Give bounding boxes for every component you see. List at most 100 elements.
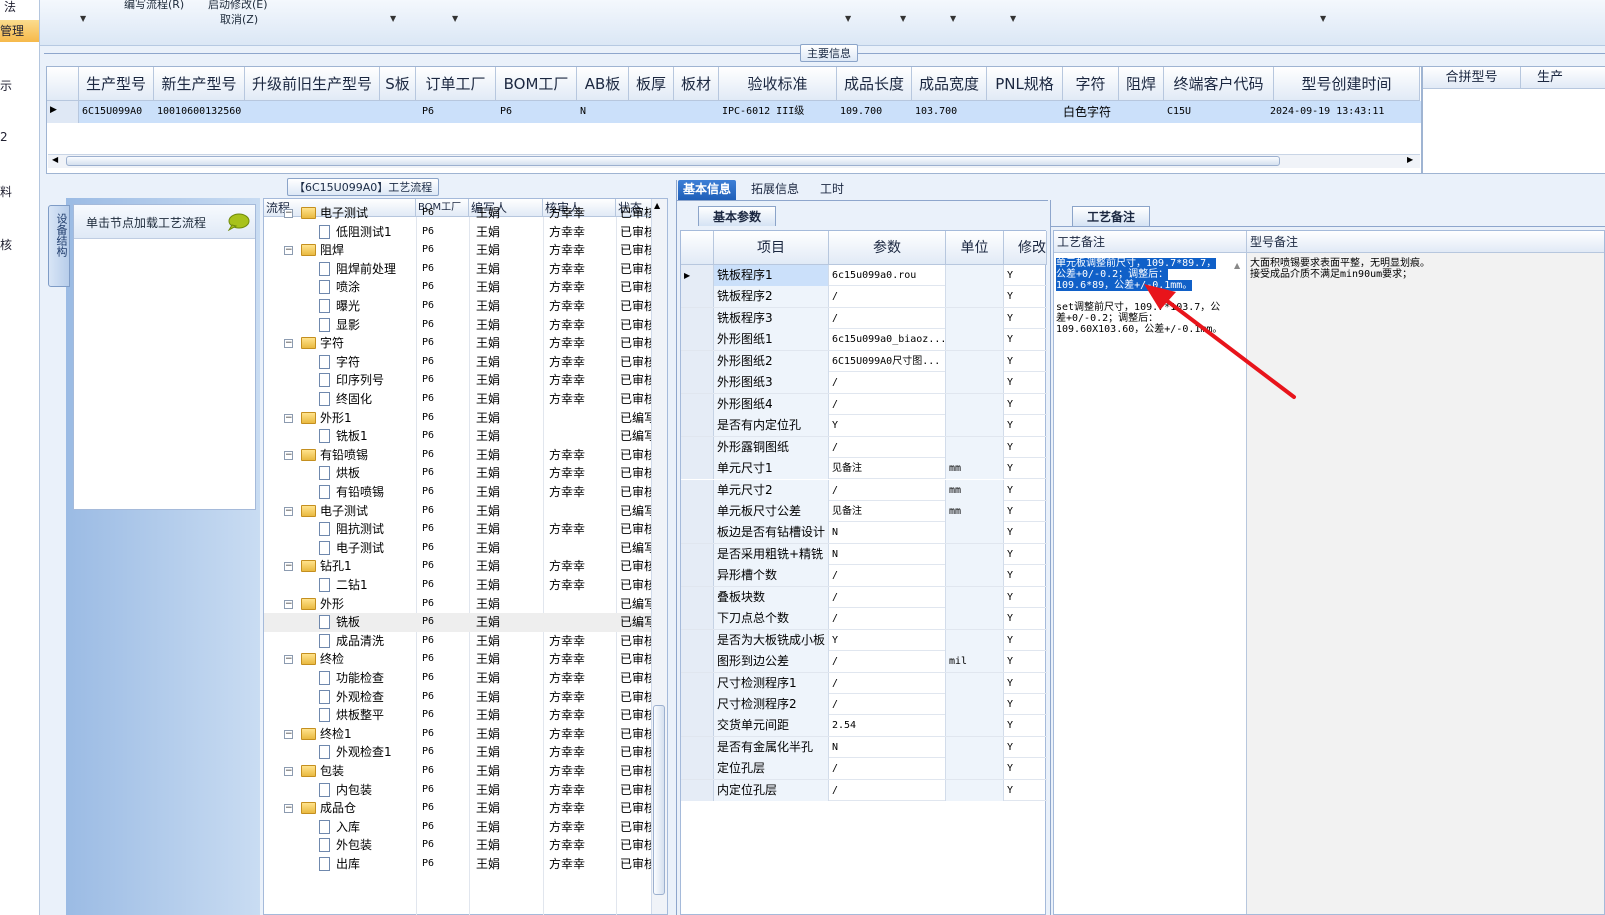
row-indicator[interactable] xyxy=(681,672,714,694)
col-header[interactable]: 型号创建时间 xyxy=(1274,67,1420,101)
row-indicator[interactable] xyxy=(681,522,714,544)
dropdown-arrow-icon[interactable]: ▼ xyxy=(900,14,906,23)
row-indicator[interactable] xyxy=(681,393,714,415)
tab-extended-info[interactable]: 拓展信息 xyxy=(746,180,804,200)
row-indicator[interactable] xyxy=(681,608,714,630)
tree-row[interactable]: − 终检 P6 王娟 方幸幸 已审核 xyxy=(264,650,654,669)
tree-row[interactable]: − 字符 P6 王娟 方幸幸 已审核 xyxy=(264,334,654,353)
tree-row[interactable]: 终固化 P6 王娟 方幸幸 已审核 xyxy=(264,390,654,409)
scroll-up-icon[interactable]: ▲ xyxy=(1234,261,1240,270)
tree-row[interactable]: 铣板 P6 王娟 已编写 xyxy=(264,613,654,632)
col-header[interactable]: 验收标准 xyxy=(719,67,837,101)
param-row[interactable]: 交货单元间距 2.54 Y xyxy=(681,715,1047,737)
param-row[interactable]: 尺寸检测程序2/ Y xyxy=(681,694,1047,716)
row-indicator[interactable] xyxy=(681,629,714,651)
param-row[interactable]: 单元尺寸1 见备注 mm Y xyxy=(681,458,1047,480)
col-header[interactable]: 订单工厂 xyxy=(416,67,496,101)
edit-flow-button[interactable]: 编写流程(R) xyxy=(124,0,184,12)
tree-row[interactable]: 阻焊前处理 P6 王娟 方幸幸 已审核 xyxy=(264,260,654,279)
col-header[interactable]: PNL规格 xyxy=(987,67,1063,101)
tree-row[interactable]: 烘板整平 P6 王娟 方幸幸 已审核 xyxy=(264,706,654,725)
tree-row[interactable]: − 电子测试 P6 王娟 已编写 xyxy=(264,502,654,521)
tab-work-hours[interactable]: 工时 xyxy=(815,180,849,200)
row-indicator[interactable] xyxy=(681,286,714,308)
scrollbar-thumb[interactable] xyxy=(66,156,1280,166)
tree-row[interactable]: 电子测试 P6 王娟 已编写 xyxy=(264,539,654,558)
cancel-button[interactable]: 取消(Z) xyxy=(220,11,258,27)
param-row[interactable]: 内定位孔层 / Y xyxy=(681,779,1047,802)
dropdown-arrow-icon[interactable]: ▼ xyxy=(1010,14,1016,23)
subtab-basic-params[interactable]: 基本参数 xyxy=(698,206,776,226)
param-row[interactable]: 外形露铜图纸 / Y xyxy=(681,436,1047,459)
tree-row[interactable]: 曝光 P6 王娟 方幸幸 已审核 xyxy=(264,297,654,316)
collapse-toggle-icon[interactable]: − xyxy=(284,804,293,814)
param-row[interactable]: 外形图纸1 6c15u099a0_biaoz... Y xyxy=(681,329,1047,351)
tree-row[interactable]: − 外形 P6 王娟 已编写 xyxy=(264,595,654,614)
param-row[interactable]: 铣板程序2/ Y xyxy=(681,286,1047,308)
param-row[interactable]: 叠板块数 / Y xyxy=(681,586,1047,609)
tree-row[interactable]: 喷涂 P6 王娟 方幸幸 已审核 xyxy=(264,278,654,297)
col-header[interactable]: 生产 xyxy=(1521,67,1605,89)
tab-basic-info[interactable]: 基本信息 xyxy=(678,180,737,200)
tree-row[interactable]: 功能检查 P6 王娟 方幸幸 已审核 xyxy=(264,669,654,688)
nav-item[interactable]: 核 xyxy=(0,236,12,253)
dropdown-arrow-icon[interactable]: ▼ xyxy=(390,14,396,23)
param-row[interactable]: 板边是否有钻槽设计 N Y xyxy=(681,522,1047,544)
param-row[interactable]: 是否采用粗铣+精铣 N Y xyxy=(681,543,1047,566)
param-row[interactable]: 铣板程序3/ Y xyxy=(681,307,1047,330)
param-row[interactable]: 尺寸检测程序1/ Y xyxy=(681,672,1047,694)
nav-item[interactable]: 法 xyxy=(4,0,16,15)
param-value[interactable]: 见备注 xyxy=(829,500,946,522)
dropdown-arrow-icon[interactable]: ▼ xyxy=(80,14,86,23)
param-value[interactable]: / xyxy=(829,286,946,308)
param-value[interactable]: / xyxy=(829,586,946,608)
param-value[interactable]: / xyxy=(829,436,946,458)
collapse-toggle-icon[interactable]: − xyxy=(284,506,293,516)
param-value[interactable]: 见备注 xyxy=(829,458,946,480)
tree-row[interactable]: 有铅喷锡 P6 王娟 方幸幸 已审核 xyxy=(264,483,654,502)
param-value[interactable]: Y xyxy=(829,415,946,437)
dropdown-arrow-icon[interactable]: ▼ xyxy=(1320,14,1326,23)
param-row[interactable]: 外形图纸3/ Y xyxy=(681,372,1047,394)
col-header-unit[interactable]: 单位 xyxy=(946,231,1004,265)
param-value[interactable]: / xyxy=(829,758,946,780)
collapse-toggle-icon[interactable]: − xyxy=(284,562,293,572)
param-row[interactable]: 单元尺寸2/mm Y xyxy=(681,479,1047,501)
tree-row[interactable]: 入库 P6 王娟 方幸幸 已审核 xyxy=(264,818,654,837)
col-header-param[interactable]: 参数 xyxy=(829,231,946,265)
tree-row[interactable]: − 钻孔1 P6 王娟 方幸幸 已审核 xyxy=(264,557,654,576)
param-row[interactable]: 是否为大板铣成小板 Y Y xyxy=(681,629,1047,652)
row-indicator[interactable] xyxy=(681,372,714,394)
row-indicator[interactable] xyxy=(681,307,714,329)
row-indicator[interactable] xyxy=(681,479,714,501)
nav-item[interactable]: 示 xyxy=(0,77,12,94)
nav-item[interactable]: 料 xyxy=(0,183,12,200)
param-row[interactable]: ▶ 铣板程序1 6c15u099a0.rou Y xyxy=(681,265,1047,287)
row-indicator[interactable]: ▶ xyxy=(47,101,79,123)
param-value[interactable]: N xyxy=(829,522,946,544)
param-row[interactable]: 单元板尺寸公差 见备注 mm Y xyxy=(681,500,1047,523)
col-header[interactable]: 新生产型号 xyxy=(154,67,245,101)
tree-row[interactable]: 内包装 P6 王娟 方幸幸 已审核 xyxy=(264,781,654,800)
row-indicator[interactable] xyxy=(681,543,714,565)
row-indicator[interactable] xyxy=(681,329,714,351)
col-header[interactable]: 板厚 xyxy=(629,67,674,101)
collapse-toggle-icon[interactable]: − xyxy=(284,450,293,460)
row-indicator[interactable] xyxy=(681,415,714,437)
param-value[interactable]: / xyxy=(829,565,946,587)
param-value[interactable]: N xyxy=(829,736,946,758)
scrollbar-thumb[interactable] xyxy=(653,705,665,895)
collapse-toggle-icon[interactable]: − xyxy=(284,599,293,609)
scroll-up-icon[interactable]: ▲ xyxy=(654,201,660,210)
param-value[interactable]: 6c15u099a0.rou xyxy=(829,265,946,286)
collapse-toggle-icon[interactable]: − xyxy=(284,339,293,349)
row-indicator[interactable] xyxy=(681,586,714,608)
param-value[interactable]: / xyxy=(829,393,946,415)
nav-item-active[interactable]: 管理 xyxy=(0,22,24,39)
row-indicator[interactable] xyxy=(681,565,714,587)
col-header[interactable]: 成品宽度 xyxy=(912,67,987,101)
scroll-right-icon[interactable]: ▶ xyxy=(1407,155,1413,164)
tree-row[interactable]: − 包装 P6 王娟 方幸幸 已审核 xyxy=(264,762,654,781)
col-header[interactable]: 字符 xyxy=(1063,67,1119,101)
param-row[interactable]: 是否有内定位孔 Y Y xyxy=(681,415,1047,437)
